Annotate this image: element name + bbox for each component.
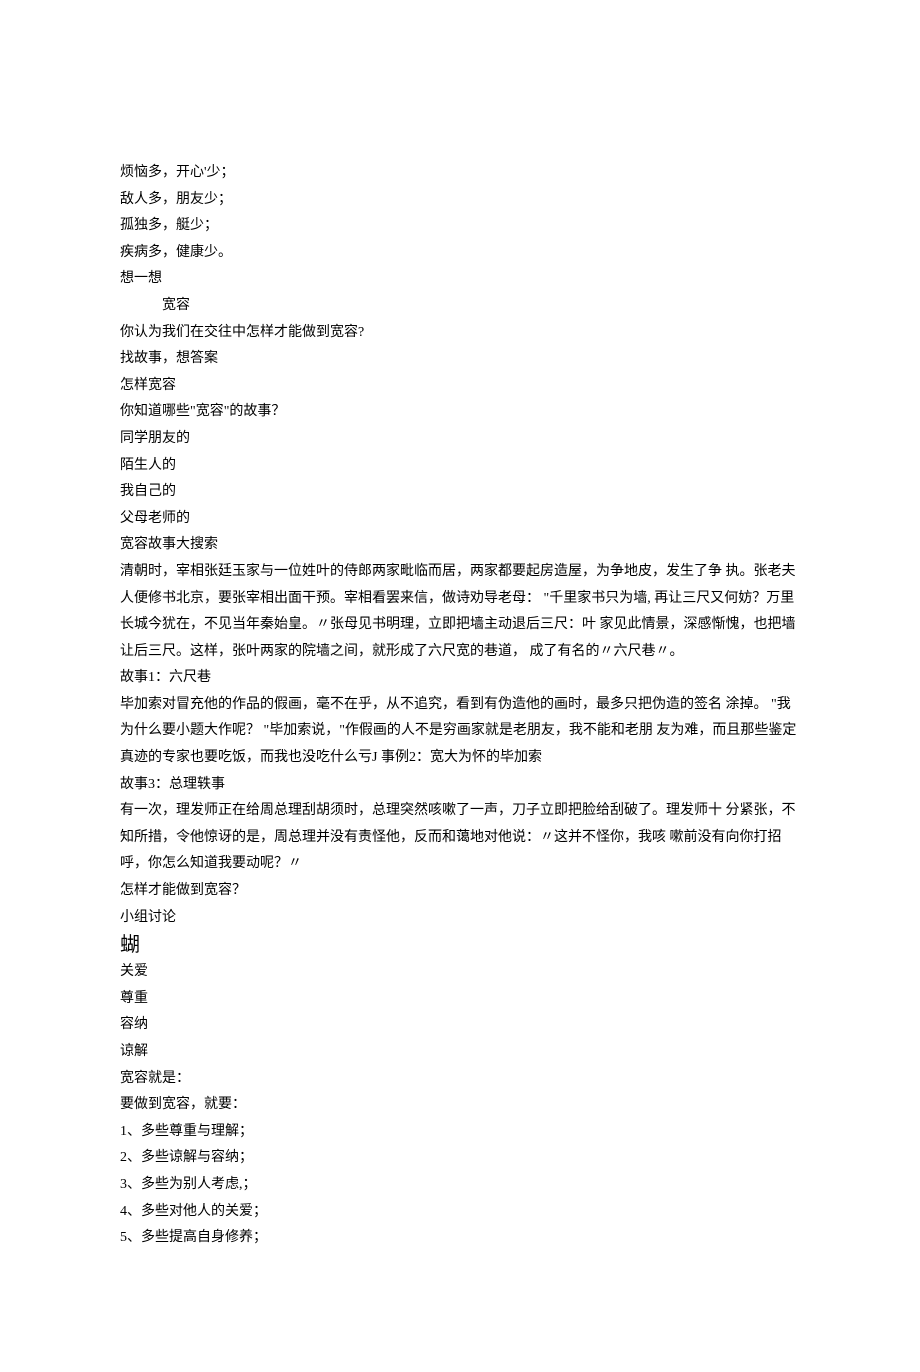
paragraph-text: 毕加索对冒充他的作品的假画，毫不在乎，从不追究，看到有伪造他的画时，最多只把伪造… xyxy=(120,692,800,772)
list-item: 1、多些尊重与理解； xyxy=(120,1119,800,1146)
text-line: 宽容 xyxy=(120,293,800,320)
text-line: 故事3：总理轶事 xyxy=(120,772,800,799)
document-page: 烦恼多，开心'少； 敌人多，朋友少； 孤独多，艇少； 疾病多，健康少。 想一想 … xyxy=(0,0,920,1372)
paragraph-text: 有一次，理发师正在给周总理刮胡须时，总理突然咳嗽了一声，刀子立即把脸给刮破了。理… xyxy=(120,798,800,878)
text-line: 谅解 xyxy=(120,1039,800,1066)
text-line: 要做到宽容，就要： xyxy=(120,1092,800,1119)
list-item: 3、多些为别人考虑,； xyxy=(120,1172,800,1199)
list-item: 5、多些提高自身修养； xyxy=(120,1225,800,1252)
text-line: 容纳 xyxy=(120,1012,800,1039)
text-line: 烦恼多，开心'少； xyxy=(120,160,800,187)
text-line: 陌生人的 xyxy=(120,453,800,480)
text-line: 宽容就是： xyxy=(120,1066,800,1093)
text-line: 你认为我们在交往中怎样才能做到宽容? xyxy=(120,320,800,347)
text-line: 尊重 xyxy=(120,986,800,1013)
text-line: 蝴 xyxy=(120,931,800,959)
text-line: 宽容故事大搜索 xyxy=(120,532,800,559)
text-line: 怎样宽容 xyxy=(120,373,800,400)
text-line: 敌人多，朋友少； xyxy=(120,187,800,214)
text-line: 怎样才能做到宽容？ xyxy=(120,878,800,905)
text-line: 孤独多，艇少； xyxy=(120,213,800,240)
text-line: 父母老师的 xyxy=(120,506,800,533)
text-line: 你知道哪些"宽容"的故事？ xyxy=(120,399,800,426)
text-line: 疾病多，健康少。 xyxy=(120,240,800,267)
text-line: 我自己的 xyxy=(120,479,800,506)
text-line: 同学朋友的 xyxy=(120,426,800,453)
text-line: 故事1：六尺巷 xyxy=(120,665,800,692)
paragraph-text: 清朝时，宰相张廷玉家与一位姓叶的侍郎两家毗临而居，两家都要起房造屋，为争地皮，发… xyxy=(120,559,800,665)
list-item: 2、多些谅解与容纳； xyxy=(120,1145,800,1172)
text-line: 小组讨论 xyxy=(120,905,800,932)
text-line: 找故事，想答案 xyxy=(120,346,800,373)
list-item: 4、多些对他人的关爱； xyxy=(120,1199,800,1226)
text-line: 想一想 xyxy=(120,266,800,293)
text-line: 关爱 xyxy=(120,959,800,986)
